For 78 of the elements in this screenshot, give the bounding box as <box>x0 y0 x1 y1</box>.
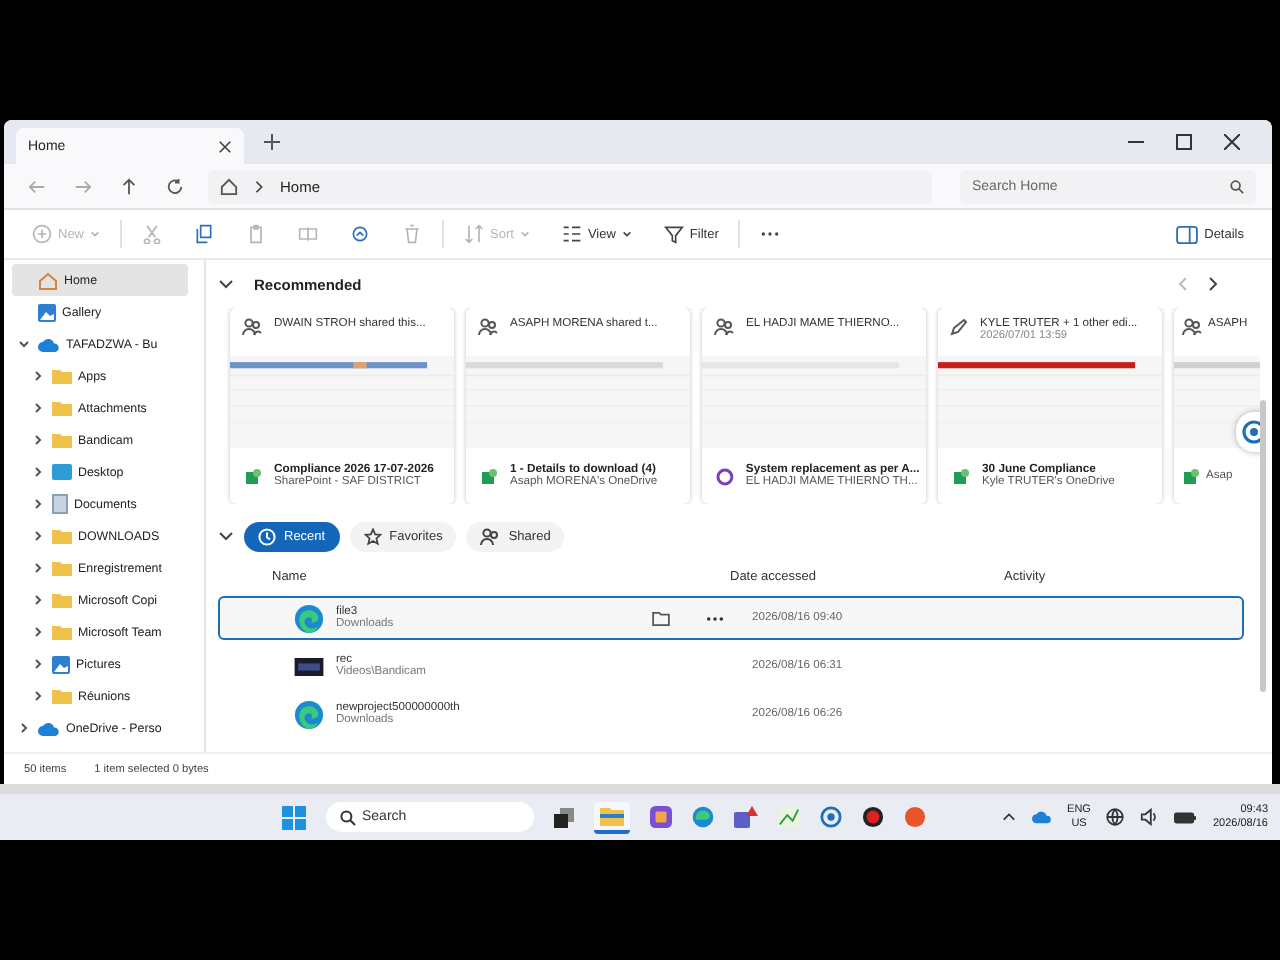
globe-icon[interactable] <box>1106 808 1125 826</box>
people-icon <box>478 318 498 336</box>
folder-icon[interactable] <box>600 805 624 825</box>
browser-icon <box>294 699 324 729</box>
chevron-right-icon[interactable] <box>32 690 44 702</box>
up-icon[interactable] <box>120 177 138 195</box>
chevron-right-icon[interactable] <box>32 466 44 478</box>
chevron-down-icon[interactable] <box>18 338 30 350</box>
browser-icon <box>294 603 324 633</box>
people-icon <box>714 318 734 336</box>
cloud-icon <box>38 721 60 735</box>
details-pane-icon <box>1176 225 1199 243</box>
browser-icon[interactable] <box>692 806 714 828</box>
next-icon[interactable] <box>1208 276 1220 292</box>
form-file-icon <box>716 467 734 485</box>
speaker-icon[interactable] <box>1140 808 1159 826</box>
app-icon[interactable] <box>904 806 926 828</box>
refresh-icon[interactable] <box>166 177 184 195</box>
cut-icon <box>142 224 163 244</box>
caret-icon <box>519 230 530 238</box>
delete-icon <box>402 224 423 244</box>
chevron-right-icon[interactable] <box>32 402 44 414</box>
video-thumbnail-icon <box>294 657 324 675</box>
chevron-icon <box>254 179 264 193</box>
chevron-right-icon[interactable] <box>18 722 30 734</box>
home-icon <box>220 177 238 195</box>
caret-icon <box>621 230 632 238</box>
chevron-right-icon[interactable] <box>32 370 44 382</box>
record-icon[interactable] <box>862 806 884 828</box>
people-icon <box>480 527 501 545</box>
document-icon <box>52 494 68 514</box>
folder-icon[interactable] <box>652 611 670 625</box>
pictures-icon <box>52 655 70 673</box>
search-icon <box>340 809 356 825</box>
copy-icon <box>194 224 215 244</box>
maximize-icon[interactable] <box>1176 134 1192 150</box>
home-icon <box>38 271 58 289</box>
chevron-right-icon[interactable] <box>32 626 44 638</box>
close-icon[interactable] <box>218 139 232 153</box>
share-icon <box>350 224 371 244</box>
task-view-icon[interactable] <box>554 807 574 827</box>
paste-icon <box>246 224 267 244</box>
gallery-icon <box>38 303 56 321</box>
chart-app-icon[interactable] <box>778 806 800 828</box>
rename-icon <box>298 224 319 244</box>
chat-icon <box>1242 420 1260 444</box>
people-icon <box>1182 318 1202 336</box>
new-icon <box>32 224 52 244</box>
caret-icon <box>90 230 101 238</box>
filter-icon <box>663 224 684 244</box>
star-icon <box>363 527 382 545</box>
app-icon[interactable] <box>650 806 672 828</box>
chevron-right-icon[interactable] <box>32 594 44 606</box>
more-icon <box>760 230 781 238</box>
people-icon <box>242 318 262 336</box>
chevron-down-icon[interactable] <box>218 278 234 290</box>
pencil-icon <box>950 318 968 336</box>
battery-icon[interactable] <box>1174 811 1197 823</box>
add-tab-icon[interactable] <box>264 134 280 150</box>
start-icon[interactable] <box>282 805 306 829</box>
folder-icon <box>52 688 72 704</box>
close-icon[interactable] <box>1224 134 1240 150</box>
chevron-right-icon[interactable] <box>32 562 44 574</box>
chevron-down-icon[interactable] <box>218 530 234 542</box>
chat-icon[interactable] <box>820 806 842 828</box>
chevron-right-icon[interactable] <box>32 658 44 670</box>
chevron-right-icon[interactable] <box>32 498 44 510</box>
sort-icon <box>464 224 485 244</box>
clock-icon <box>258 527 276 545</box>
chevron-up-icon[interactable] <box>1001 812 1016 822</box>
chevron-right-icon[interactable] <box>32 530 44 542</box>
cloud-icon[interactable] <box>1031 810 1052 824</box>
search-icon <box>1230 179 1244 193</box>
more-icon[interactable] <box>706 615 724 621</box>
view-icon <box>561 224 582 244</box>
chevron-right-icon[interactable] <box>32 434 44 446</box>
cloud-icon <box>38 337 60 351</box>
desktop-icon <box>52 464 72 480</box>
